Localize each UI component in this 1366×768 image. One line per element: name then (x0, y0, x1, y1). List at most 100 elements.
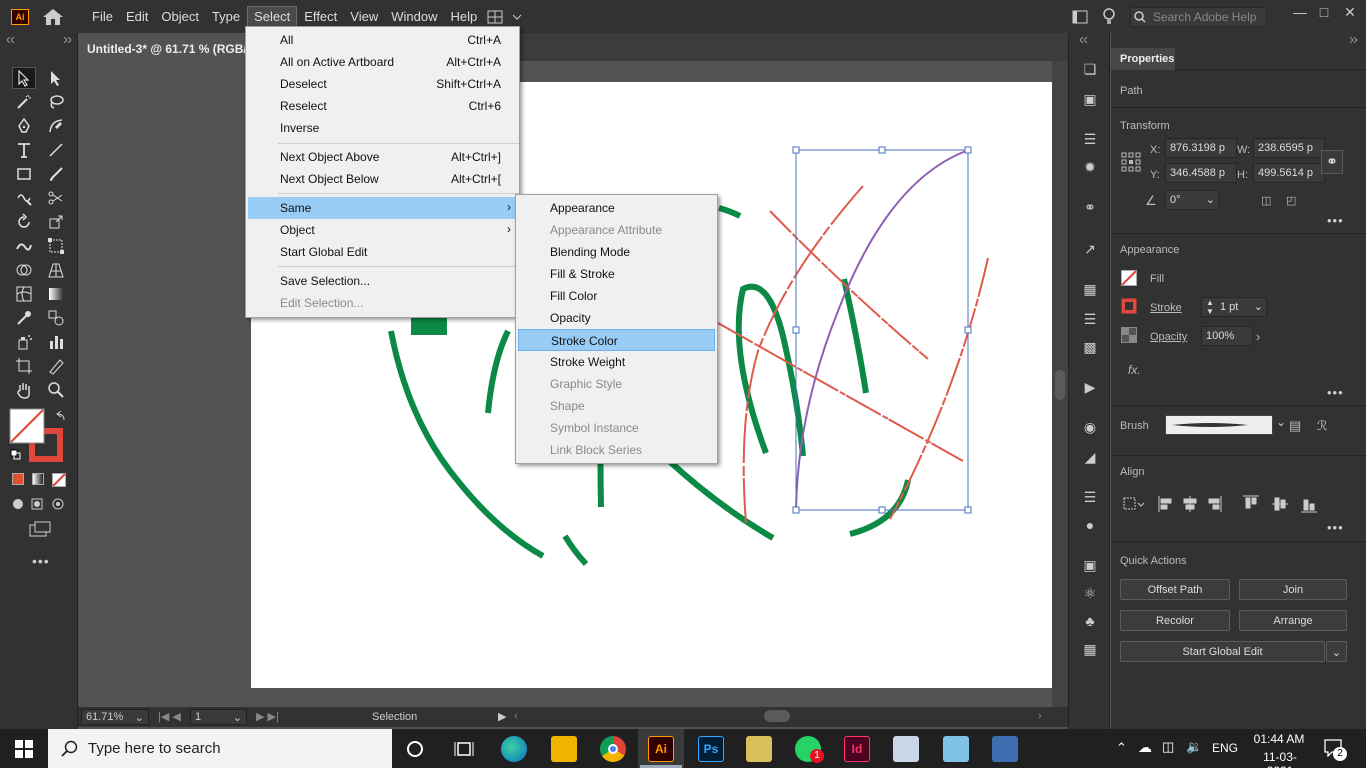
status-menu-arrow-icon[interactable]: ▶ (498, 710, 506, 723)
submenu-item-stroke-weight[interactable]: Stroke Weight (518, 351, 715, 373)
transform-icon[interactable]: ▦ (1080, 279, 1100, 299)
horizontal-scroll-thumb[interactable] (764, 710, 790, 722)
gradient-tool-icon[interactable] (44, 283, 68, 305)
line-segment-tool-icon[interactable] (44, 139, 68, 161)
height-field[interactable]: 499.5614 p (1253, 163, 1325, 183)
opacity-field[interactable]: 100% (1201, 326, 1253, 346)
submenu-item-stroke-color[interactable]: Stroke Color (518, 329, 715, 351)
flip-horizontal-icon[interactable]: ◫ (1261, 194, 1271, 207)
symbol-sprayer-tool-icon[interactable] (12, 331, 36, 353)
join-button[interactable]: Join (1239, 579, 1347, 600)
arrange-documents-icon[interactable] (1072, 10, 1088, 24)
free-transform-tool-icon[interactable] (44, 235, 68, 257)
calculator-icon[interactable] (992, 736, 1018, 762)
align-more-options-icon[interactable]: ••• (1327, 520, 1344, 535)
fill-swatch-icon[interactable] (1121, 270, 1137, 286)
symbols-icon[interactable]: ♣ (1080, 611, 1100, 631)
clock-time[interactable]: 01:44 AM (1252, 732, 1306, 746)
brushes-icon[interactable]: ⚛ (1080, 583, 1100, 603)
appearance-panel-icon[interactable]: ▣ (1080, 555, 1100, 575)
actions-play-icon[interactable]: ▶ (1080, 377, 1100, 397)
y-position-field[interactable]: 346.4588 p (1165, 163, 1237, 183)
notes-app-icon[interactable] (943, 736, 969, 762)
menu-window[interactable]: Window (385, 7, 443, 26)
clock-date[interactable]: 11-03-2021 (1250, 750, 1310, 768)
lightbulb-icon[interactable] (1102, 7, 1116, 25)
menu-select[interactable]: Select (247, 6, 298, 27)
libraries-icon[interactable]: ❏ (1080, 59, 1100, 79)
menu-item-save-selection[interactable]: Save Selection... (248, 270, 519, 292)
shape-builder-tool-icon[interactable] (12, 259, 36, 281)
brushes-library-icon[interactable]: ▤ (1289, 418, 1301, 434)
opacity-expand-arrow-icon[interactable]: › (1256, 329, 1260, 344)
rotate-tool-icon[interactable] (12, 211, 36, 233)
lasso-tool-icon[interactable] (44, 91, 68, 113)
vertical-scroll-thumb[interactable] (1055, 370, 1065, 400)
menu-item-deselect[interactable]: Deselect Shift+Ctrl+A (248, 73, 519, 95)
file-explorer-icon[interactable] (551, 736, 577, 762)
photoshop-taskbar-icon[interactable]: Ps (698, 736, 724, 762)
blend-tool-icon[interactable] (44, 307, 68, 329)
zoom-level-field[interactable]: 61.71% ⌄ (81, 709, 149, 725)
close-window-button[interactable]: ✕ (1338, 4, 1362, 24)
transform-more-options-icon[interactable]: ••• (1327, 213, 1344, 228)
warp-tool-icon[interactable] (12, 235, 36, 257)
arrange-button[interactable]: Arrange (1239, 610, 1347, 631)
shaper-tool-icon[interactable] (12, 187, 36, 209)
color-mode-swatch[interactable] (12, 473, 24, 485)
magic-wand-tool-icon[interactable] (12, 91, 36, 113)
maximize-button[interactable]: □ (1312, 4, 1336, 24)
menu-item-next-object-above[interactable]: Next Object Above Alt+Ctrl+] (248, 146, 519, 168)
document-tab[interactable]: Untitled-3* @ 61.71 % (RGB/Pr (78, 33, 254, 61)
workspace-switcher-icon[interactable] (486, 9, 526, 25)
volume-icon[interactable]: 🔉 (1186, 739, 1202, 755)
flip-vertical-icon[interactable]: ◰ (1286, 194, 1296, 207)
edge-browser-icon[interactable] (501, 736, 527, 762)
column-graph-tool-icon[interactable] (44, 331, 68, 353)
search-adobe-help-input[interactable]: Search Adobe Help (1130, 7, 1267, 27)
artboard-tool-icon[interactable] (12, 355, 36, 377)
menu-item-object[interactable]: Object › (248, 219, 519, 241)
submenu-item-fill-color[interactable]: Fill Color (518, 285, 715, 307)
transparency-icon[interactable]: ● (1080, 515, 1100, 535)
none-mode-swatch-icon[interactable] (52, 473, 66, 487)
mesh-tool-icon[interactable] (12, 283, 36, 305)
scale-tool-icon[interactable] (44, 211, 68, 233)
opacity-label[interactable]: Opacity (1150, 331, 1187, 343)
menu-file[interactable]: File (86, 7, 119, 26)
menu-item-start-global-edit[interactable]: Start Global Edit (248, 241, 519, 263)
stroke-swatch-icon[interactable] (1121, 298, 1137, 314)
minimize-button[interactable]: — (1288, 4, 1312, 24)
offset-path-button[interactable]: Offset Path (1120, 579, 1230, 600)
appearance-more-options-icon[interactable]: ••• (1327, 385, 1344, 400)
chevron-down-icon[interactable]: ⌄ (135, 711, 144, 724)
type-tool-icon[interactable] (12, 139, 36, 161)
pen-tool-icon[interactable] (12, 115, 36, 137)
properties-tab[interactable]: Properties (1111, 48, 1175, 70)
artboards-panel-icon[interactable]: ▦ (1080, 639, 1100, 659)
hand-tool-icon[interactable] (12, 379, 36, 401)
scroll-left-icon[interactable]: ‹ (514, 710, 518, 722)
direct-selection-tool-icon[interactable] (44, 67, 68, 89)
scissors-tool-icon[interactable] (44, 187, 68, 209)
last-artboard-icon[interactable]: ▶ ▶| (256, 710, 279, 723)
pathfinder-icon[interactable]: ▩ (1080, 337, 1100, 357)
layers-icon[interactable]: ☰ (1080, 129, 1100, 149)
selection-tool-icon[interactable] (12, 67, 36, 89)
brush-options-icon[interactable]: ℛ (1317, 418, 1327, 434)
chrome-browser-icon[interactable] (600, 736, 626, 762)
align-buttons-icon[interactable] (1121, 495, 1357, 513)
gradient-mode-swatch[interactable] (32, 473, 44, 485)
submenu-item-opacity[interactable]: Opacity (518, 307, 715, 329)
start-button[interactable] (0, 729, 48, 768)
drawing-modes-icon[interactable] (12, 496, 68, 512)
curvature-tool-icon[interactable] (44, 115, 68, 137)
vertical-scrollbar[interactable] (1052, 61, 1068, 707)
chevron-down-icon[interactable]: ⌄ (1276, 415, 1286, 429)
rectangle-tool-icon[interactable] (12, 163, 36, 185)
input-language[interactable]: ENG (1212, 741, 1238, 755)
panel-collapse-icon[interactable] (6, 37, 72, 43)
home-icon[interactable] (42, 8, 64, 26)
links-icon[interactable]: ⚭ (1080, 197, 1100, 217)
menu-item-all-on-active-artboard[interactable]: All on Active Artboard Alt+Ctrl+A (248, 51, 519, 73)
